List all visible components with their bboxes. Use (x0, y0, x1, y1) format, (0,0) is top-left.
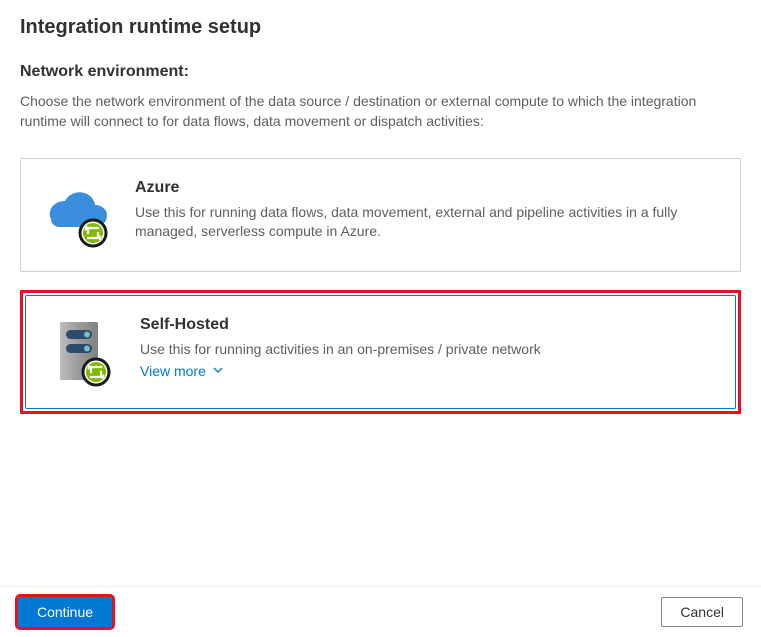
cancel-button[interactable]: Cancel (661, 597, 743, 627)
option-card-azure[interactable]: Azure Use this for running data flows, d… (20, 158, 741, 272)
network-environment-description: Choose the network environment of the da… (20, 91, 741, 132)
highlight-self-hosted: Self-Hosted Use this for running activit… (20, 290, 741, 414)
server-icon (46, 316, 118, 388)
option-card-self-hosted[interactable]: Self-Hosted Use this for running activit… (25, 295, 736, 409)
chevron-down-icon (212, 363, 224, 379)
cloud-icon (41, 179, 113, 251)
page-title: Integration runtime setup (20, 16, 741, 39)
view-more-label: View more (140, 363, 206, 379)
dialog-footer: Continue Cancel (0, 586, 761, 637)
network-environment-heading: Network environment: (20, 63, 741, 81)
option-title-self-hosted: Self-Hosted (140, 316, 711, 334)
option-description-self-hosted: Use this for running activities in an on… (140, 340, 711, 360)
option-description-azure: Use this for running data flows, data mo… (135, 203, 716, 243)
continue-button[interactable]: Continue (18, 597, 112, 627)
view-more-link[interactable]: View more (140, 363, 224, 379)
option-title-azure: Azure (135, 179, 716, 197)
